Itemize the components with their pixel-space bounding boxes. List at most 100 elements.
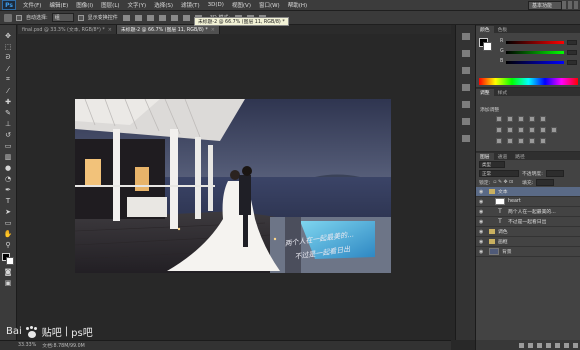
visibility-eye-icon[interactable]: ◉ — [479, 229, 486, 235]
show-transform-checkbox[interactable] — [77, 14, 84, 21]
layer-row[interactable]: ◉ 文本 — [476, 187, 580, 197]
menu-edit[interactable]: 编辑(E) — [45, 1, 72, 9]
layer-kind-filter[interactable]: 类型 — [479, 161, 505, 168]
green-slider[interactable] — [506, 51, 564, 54]
menu-3d[interactable]: 3D(D) — [204, 2, 228, 8]
color-spectrum[interactable] — [479, 78, 578, 85]
menu-file[interactable]: 文件(F) — [19, 1, 45, 9]
layer-style-icon[interactable] — [528, 342, 533, 348]
clone-stamp-tool-icon[interactable]: ⊥ — [3, 119, 14, 128]
auto-select-checkbox[interactable] — [16, 14, 22, 21]
align-top-icon[interactable] — [122, 14, 130, 21]
character-panel-icon[interactable] — [461, 67, 470, 74]
color-swatch[interactable] — [2, 253, 14, 265]
menu-view[interactable]: 视图(V) — [228, 1, 255, 9]
crop-tool-icon[interactable]: ⌗ — [3, 75, 14, 84]
add-mask-icon[interactable] — [537, 342, 542, 348]
channel-mixer-icon[interactable] — [540, 127, 546, 133]
type-tool-icon[interactable]: T — [3, 196, 14, 205]
move-tool-preset-icon[interactable] — [4, 13, 12, 22]
exposure-icon[interactable] — [529, 116, 535, 122]
close-icon[interactable]: × — [211, 27, 215, 33]
tab-channels[interactable]: 通道 — [494, 153, 512, 160]
tab-final-psd[interactable]: final.psd @ 33.3% (文本, RGB/8*) * × — [18, 25, 117, 34]
visibility-eye-icon[interactable]: ◉ — [479, 219, 486, 225]
pen-tool-icon[interactable]: ✒ — [3, 185, 14, 194]
shape-tool-icon[interactable]: ▭ — [3, 218, 14, 227]
brightness-icon[interactable] — [496, 116, 502, 122]
threshold-icon[interactable] — [518, 138, 524, 144]
minimize-button[interactable] — [562, 1, 566, 9]
layer-row[interactable]: ◉ T 不过是一起看日出 — [476, 217, 580, 227]
close-icon[interactable]: × — [108, 27, 112, 33]
paragraph-panel-icon[interactable] — [461, 84, 470, 91]
menu-type[interactable]: 文字(Y) — [124, 1, 151, 9]
brush-panel-icon[interactable] — [461, 101, 470, 108]
hand-tool-icon[interactable]: ✋ — [3, 229, 14, 238]
gradient-map-icon[interactable] — [540, 138, 546, 144]
black-white-icon[interactable] — [518, 127, 524, 133]
hue-saturation-icon[interactable] — [496, 127, 502, 133]
menu-select[interactable]: 选择(S) — [150, 1, 177, 9]
color-lookup-icon[interactable] — [551, 127, 557, 133]
opacity-field[interactable] — [545, 170, 564, 177]
dodge-tool-icon[interactable]: ◔ — [3, 174, 14, 183]
menu-help[interactable]: 帮助(H) — [284, 1, 311, 9]
link-layers-icon[interactable] — [519, 342, 524, 348]
color-balance-icon[interactable] — [507, 127, 513, 133]
align-right-icon[interactable] — [182, 14, 190, 21]
tab-swatches[interactable]: 色板 — [494, 26, 512, 33]
tab-layers[interactable]: 图层 — [476, 153, 494, 160]
workspace-select[interactable]: 基本功能 — [528, 1, 562, 10]
layer-row[interactable]: ◉ 调色 — [476, 227, 580, 237]
photo-filter-icon[interactable] — [529, 127, 535, 133]
align-left-icon[interactable] — [158, 14, 166, 21]
new-group-icon[interactable] — [555, 342, 560, 348]
green-value-field[interactable] — [567, 50, 577, 55]
tab-adjustments[interactable]: 调整 — [476, 89, 494, 96]
auto-select-dropdown[interactable]: 组 — [51, 13, 74, 22]
lock-icons[interactable]: ▫ ✎ ✥ ⊡ — [493, 180, 513, 185]
menu-layer[interactable]: 图层(L) — [97, 1, 123, 9]
align-middle-icon[interactable] — [134, 14, 142, 21]
move-tool-icon[interactable]: ✥ — [3, 31, 14, 40]
tab-styles[interactable]: 样式 — [494, 89, 512, 96]
red-slider[interactable] — [506, 41, 564, 44]
invert-icon[interactable] — [496, 138, 502, 144]
screen-mode-icon[interactable]: ▣ — [3, 278, 14, 287]
document-canvas-photo[interactable]: 两个人在一起最美的... 不过是一起看日出 — [75, 99, 391, 273]
path-select-tool-icon[interactable]: ➤ — [3, 207, 14, 216]
healing-brush-tool-icon[interactable]: ✚ — [3, 97, 14, 106]
curves-icon[interactable] — [518, 116, 524, 122]
blue-value-field[interactable] — [567, 60, 577, 65]
properties-panel-icon[interactable] — [461, 50, 470, 57]
history-panel-icon[interactable] — [461, 33, 470, 40]
tab-untitled-2[interactable]: 未标题-2 @ 66.7% (图层 11, RGB/8) * × — [116, 25, 220, 34]
close-button[interactable] — [574, 1, 578, 9]
tab-paths[interactable]: 路径 — [511, 153, 529, 160]
gradient-tool-icon[interactable]: ▥ — [3, 152, 14, 161]
visibility-eye-icon[interactable]: ◉ — [479, 189, 486, 195]
maximize-button[interactable] — [568, 1, 572, 9]
actions-panel-icon[interactable] — [461, 118, 470, 125]
eyedropper-tool-icon[interactable]: ⁄ — [3, 86, 14, 95]
visibility-eye-icon[interactable]: ◉ — [479, 209, 486, 215]
new-adjustment-icon[interactable] — [546, 342, 551, 348]
quick-select-tool-icon[interactable]: ⁄ — [3, 64, 14, 73]
zoom-level[interactable]: 33.33% — [18, 343, 36, 348]
red-value-field[interactable] — [567, 40, 577, 45]
lasso-tool-icon[interactable]: ᘐ — [3, 53, 14, 62]
fill-field[interactable] — [536, 179, 555, 186]
blue-slider[interactable] — [506, 61, 564, 64]
background-color-swatch[interactable] — [6, 257, 14, 265]
levels-icon[interactable] — [507, 116, 513, 122]
layer-row[interactable]: ◉ 背景 — [476, 247, 580, 257]
align-bottom-icon[interactable] — [146, 14, 154, 21]
blend-mode-select[interactable]: 正常 — [479, 170, 519, 177]
layer-row[interactable]: ◉ T 两个人在一起最美的... — [476, 207, 580, 217]
layer-row[interactable]: ◉ 画框 — [476, 237, 580, 247]
marquee-tool-icon[interactable]: ⬚ — [3, 42, 14, 51]
visibility-eye-icon[interactable]: ◉ — [479, 249, 486, 255]
visibility-eye-icon[interactable]: ◉ — [479, 199, 486, 205]
info-panel-icon[interactable] — [461, 135, 470, 142]
